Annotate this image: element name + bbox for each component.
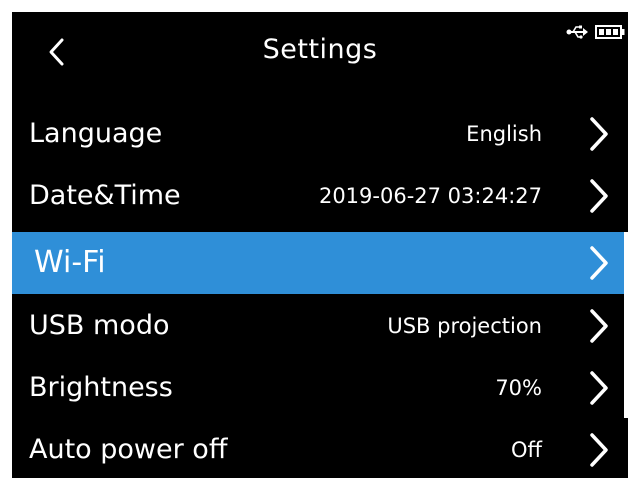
setting-row-brightness[interactable]: Brightness 70% bbox=[12, 360, 628, 416]
setting-row-auto-power-off[interactable]: Auto power off Off bbox=[12, 422, 628, 478]
setting-value: Off bbox=[511, 438, 542, 462]
setting-value: USB projection bbox=[387, 314, 542, 338]
setting-row-language[interactable]: Language English bbox=[12, 106, 628, 162]
device-screen: Settings Language English Date&Time 2019… bbox=[12, 12, 628, 478]
chevron-right-icon bbox=[590, 371, 608, 405]
setting-value: 70% bbox=[495, 376, 542, 400]
battery-icon bbox=[595, 25, 625, 39]
chevron-right-icon bbox=[590, 117, 608, 151]
setting-value: 2019-06-27 03:24:27 bbox=[318, 184, 542, 208]
chevron-right-icon bbox=[590, 179, 608, 213]
page-title: Settings bbox=[262, 34, 378, 65]
chevron-right-icon bbox=[590, 309, 608, 343]
setting-label: USB modo bbox=[29, 310, 170, 341]
header-bar: Settings bbox=[12, 12, 628, 90]
chevron-right-icon bbox=[590, 246, 608, 280]
setting-row-usb-mode[interactable]: USB modo USB projection bbox=[12, 298, 628, 354]
setting-value: English bbox=[466, 122, 542, 146]
setting-label: Date&Time bbox=[29, 180, 181, 211]
setting-label: Wi-Fi bbox=[34, 245, 106, 280]
setting-label: Auto power off bbox=[29, 434, 228, 465]
setting-row-wifi[interactable]: Wi-Fi bbox=[12, 232, 628, 294]
scrollbar[interactable] bbox=[624, 232, 628, 418]
usb-icon bbox=[566, 25, 588, 39]
setting-label: Brightness bbox=[29, 372, 173, 403]
chevron-right-icon bbox=[590, 433, 608, 467]
setting-label: Language bbox=[29, 118, 163, 149]
setting-row-date-time[interactable]: Date&Time 2019-06-27 03:24:27 bbox=[12, 168, 628, 224]
